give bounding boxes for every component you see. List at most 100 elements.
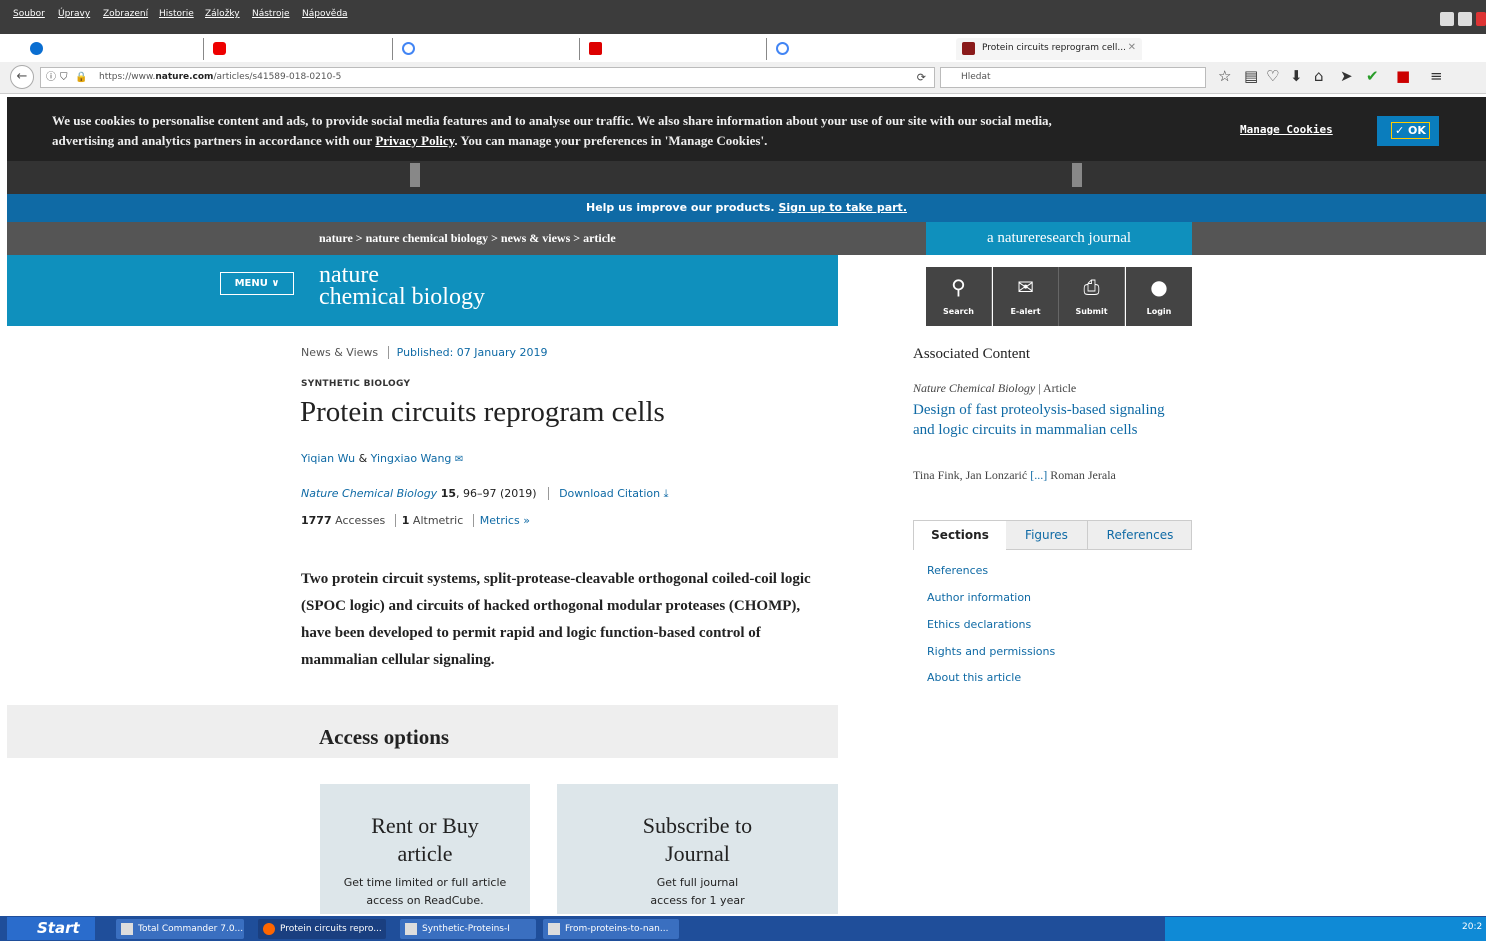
- associated-article-link[interactable]: Design of fast proteolysis-based signali…: [913, 400, 1183, 440]
- restore-icon[interactable]: [1458, 12, 1472, 26]
- tool-search[interactable]: ⚲ Search: [926, 267, 992, 326]
- subscribe-card[interactable]: Subscribe to Journal Get full journal ac…: [557, 784, 838, 914]
- author-list: Yiqian Wu & Yingxiao Wang ✉: [301, 452, 464, 465]
- download-icon[interactable]: ⬇: [1290, 67, 1303, 85]
- article-abstract: Two protein circuit systems, split-prote…: [301, 571, 811, 668]
- back-icon[interactable]: ←: [10, 65, 34, 89]
- published-date: Published: 07 January 2019: [387, 346, 548, 359]
- natureresearch-journal-label[interactable]: a natureresearch journal: [926, 222, 1192, 255]
- start-button[interactable]: Start: [7, 917, 95, 940]
- more-authors-link[interactable]: [...]: [1030, 468, 1047, 482]
- menu-upravy[interactable]: Úpravy: [58, 9, 90, 19]
- flash-icon[interactable]: ■: [1396, 67, 1410, 85]
- user-icon: ●: [1150, 275, 1168, 299]
- tool-submit[interactable]: ⎙ Submit: [1059, 267, 1125, 326]
- cookie-ok-button[interactable]: ✓ OK: [1377, 116, 1439, 146]
- reading-list-icon[interactable]: ▤: [1244, 67, 1258, 85]
- tab-label: Sterbinszky - youre not al...: [233, 43, 357, 53]
- menu-historie[interactable]: Historie: [159, 9, 194, 19]
- close-icon[interactable]: ✕: [940, 38, 948, 58]
- download-citation-link[interactable]: Download Citation ⤓: [548, 487, 669, 500]
- task-from-proteins[interactable]: From-proteins-to-nan...: [543, 919, 679, 939]
- close-icon[interactable]: ✕: [189, 38, 197, 58]
- tab-google-synthetic[interactable]: synthetic protein biology - Hle... ✕: [396, 38, 580, 60]
- reload-icon[interactable]: ⟳: [917, 68, 926, 87]
- tab-label: Protein circuits reprogram cell...: [982, 43, 1126, 53]
- firefox-icon: [263, 923, 275, 935]
- rent-buy-card[interactable]: Rent or Buy article Get time limited or …: [320, 784, 530, 914]
- section-link-references[interactable]: References: [927, 564, 988, 577]
- ad-marker: [410, 163, 420, 187]
- access-options-section: Access options: [7, 705, 838, 758]
- home-icon[interactable]: ⌂: [1314, 67, 1324, 85]
- close-window-icon[interactable]: [1476, 12, 1486, 26]
- bookmark-star-icon[interactable]: ☆: [1218, 67, 1231, 85]
- document-icon: [548, 923, 560, 935]
- minimize-icon[interactable]: [1440, 12, 1454, 26]
- url-text: https://www.nature.com/articles/s41589-0…: [99, 72, 342, 82]
- menu-nastroje[interactable]: Nástroje: [252, 9, 290, 19]
- search-input[interactable]: Hledat: [940, 67, 1206, 88]
- close-icon[interactable]: ✕: [1128, 38, 1136, 58]
- help-banner: Help us improve our products. Sign up to…: [7, 194, 1486, 222]
- tab-references[interactable]: References: [1088, 521, 1192, 550]
- pocket-icon[interactable]: ♡: [1266, 67, 1279, 85]
- task-synthetic-proteins[interactable]: Synthetic-Proteins-I: [400, 919, 536, 939]
- breadcrumb-nature[interactable]: nature: [319, 231, 353, 245]
- section-link-about-article[interactable]: About this article: [927, 671, 1021, 684]
- shield-icon[interactable]: ⛉: [60, 68, 68, 87]
- manage-cookies-button[interactable]: Manage Cookies: [1240, 123, 1333, 136]
- task-firefox[interactable]: Protein circuits repro...: [258, 919, 386, 939]
- tool-label: Submit: [1075, 307, 1108, 316]
- menu-napoveda[interactable]: Nápověda: [302, 9, 348, 19]
- tab-sections[interactable]: Sections: [914, 521, 1006, 550]
- tool-e-alert[interactable]: ✉ E-alert: [993, 267, 1059, 326]
- menu-button[interactable]: MENU ∨: [220, 272, 294, 295]
- tool-login[interactable]: ● Login: [1126, 267, 1192, 326]
- journal-name-link[interactable]: Nature Chemical Biology: [301, 487, 437, 500]
- breadcrumb-nature-chemical-biology[interactable]: nature chemical biology: [366, 231, 488, 245]
- article-type: News & Views: [301, 346, 379, 359]
- menu-zalozky[interactable]: Záložky: [205, 9, 240, 19]
- author-link[interactable]: Yiqian Wu: [301, 452, 355, 465]
- section-link-rights-permissions[interactable]: Rights and permissions: [927, 645, 1055, 658]
- document-upload-icon: ⎙: [1083, 275, 1100, 299]
- info-icon[interactable]: ⓘ: [46, 68, 56, 87]
- privacy-policy-link[interactable]: Privacy Policy: [375, 133, 454, 148]
- menu-soubor[interactable]: Soubor: [13, 9, 45, 19]
- breadcrumb-news-views[interactable]: news & views: [501, 231, 570, 245]
- section-link-author-information[interactable]: Author information: [927, 591, 1031, 604]
- close-icon[interactable]: ✕: [565, 38, 573, 58]
- task-total-commander[interactable]: Total Commander 7.0...: [116, 919, 244, 939]
- tab-figures[interactable]: Figures: [1006, 521, 1088, 550]
- sign-up-link[interactable]: Sign up to take part.: [778, 201, 907, 214]
- cookie-banner: We use cookies to personalise content an…: [7, 97, 1486, 161]
- chevron-right-icon: >: [573, 231, 584, 245]
- google-icon: [776, 42, 789, 55]
- tab-outlook[interactable]: Pošta – Martin Marek – Outlook ✕: [24, 38, 204, 60]
- article-kicker: SYNTHETIC BIOLOGY: [301, 379, 411, 389]
- close-icon[interactable]: ✕: [752, 38, 760, 58]
- metrics-link[interactable]: Metrics »: [472, 514, 530, 527]
- document-icon: [405, 923, 417, 935]
- volume: 15: [440, 487, 456, 500]
- send-icon[interactable]: ➤: [1340, 67, 1353, 85]
- journal-logo[interactable]: nature chemical biology: [319, 263, 485, 309]
- envelope-icon[interactable]: ✉: [455, 454, 463, 465]
- extension-check-icon[interactable]: ✔: [1366, 67, 1379, 85]
- menu-zobrazeni[interactable]: Zobrazení: [103, 9, 148, 19]
- tool-label: Search: [943, 307, 974, 316]
- tab-youtube[interactable]: Sterbinszky - youre not al... ✕: [207, 38, 393, 60]
- tool-label: Login: [1146, 307, 1172, 316]
- hamburger-menu-icon[interactable]: ≡: [1430, 67, 1443, 85]
- section-link-ethics-declarations[interactable]: Ethics declarations: [927, 618, 1031, 631]
- close-icon[interactable]: ✕: [378, 38, 386, 58]
- url-bar[interactable]: ⓘ ⛉ 🔒 https://www.nature.com/articles/s4…: [40, 67, 935, 88]
- tab-seznam[interactable]: spatial překlad z češtiny do a... ✕: [583, 38, 767, 60]
- new-tab-icon[interactable]: +: [1152, 38, 1165, 57]
- lock-icon: 🔒: [75, 72, 88, 83]
- author-link[interactable]: Yingxiao Wang: [371, 452, 452, 465]
- tab-google-protein[interactable]: protein biology - Hledat Googl... ✕: [770, 38, 954, 60]
- page-title: Protein circuits reprogram cells: [300, 396, 665, 428]
- tab-nature-active[interactable]: Protein circuits reprogram cell... ✕: [956, 38, 1142, 60]
